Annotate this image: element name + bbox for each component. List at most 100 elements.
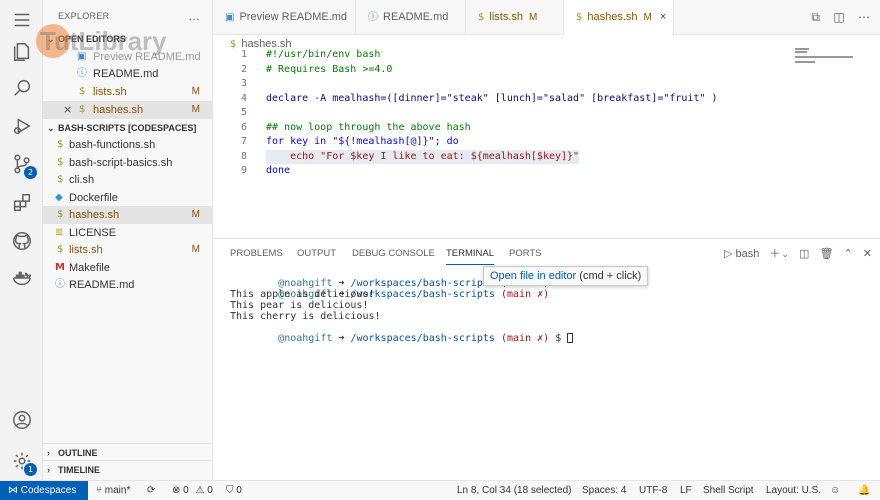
line-number: 4: [240, 92, 247, 104]
vscode-window: 2 1 EXPLORER … ⌄ OPEN EDITORS ▣ Preview …: [0, 0, 880, 500]
add-terminal-icon[interactable]: ＋: [769, 248, 780, 260]
shell-dollar-icon: $: [57, 244, 64, 255]
menu-icon[interactable]: [10, 8, 34, 32]
scm-badge: 2: [24, 166, 37, 179]
tab-output[interactable]: OUTPUT: [297, 248, 336, 259]
tab-label: hashes.sh: [587, 11, 638, 23]
line-number: 9: [240, 165, 247, 176]
tab-debug-console[interactable]: DEBUG CONSOLE: [352, 248, 435, 259]
workspace-label: BASH-SCRIPTS [CODESPACES]: [58, 123, 197, 133]
tab-preview-readme[interactable]: ▣ Preview README.md: [213, 0, 356, 35]
tab-hashes-sh[interactable]: $ hashes.sh M ×: [564, 0, 674, 36]
license-icon: ≣: [55, 227, 64, 238]
file-item[interactable]: $ lists.sh M: [43, 241, 212, 259]
prompt-path[interactable]: /workspaces/bash-scripts: [350, 333, 495, 344]
explorer-title: EXPLORER: [58, 11, 110, 21]
minimap-line: [795, 56, 853, 58]
file-item[interactable]: $ cli.sh: [43, 171, 212, 189]
branch-label: main*: [104, 485, 131, 496]
run-debug-icon[interactable]: [10, 114, 34, 138]
close-icon[interactable]: ×: [63, 101, 72, 119]
tab-lists-sh[interactable]: $ lists.sh M: [466, 0, 564, 35]
open-editor-label: hashes.sh: [93, 104, 144, 116]
split-editor-icon[interactable]: ◫: [833, 10, 844, 24]
file-item[interactable]: ◆ Dockerfile: [43, 189, 212, 207]
remote-icon: ⋈: [8, 485, 18, 496]
branch-status[interactable]: ⑂ main*: [96, 481, 130, 500]
chevron-down-icon[interactable]: ⌄: [781, 249, 789, 259]
code-editor[interactable]: 1 2 3 4 5 6 7 8 9 #!/usr/bin/env bash # …: [213, 44, 880, 239]
tab-ports[interactable]: PORTS: [509, 248, 542, 259]
indentation-status[interactable]: Spaces: 4: [582, 481, 626, 500]
search-icon[interactable]: [10, 76, 34, 100]
close-tab-icon[interactable]: ×: [660, 11, 666, 23]
sync-icon[interactable]: ⟳: [147, 481, 155, 500]
shell-dollar-icon: $: [57, 174, 64, 185]
close-panel-icon[interactable]: ✕: [863, 248, 872, 260]
github-icon[interactable]: [10, 229, 34, 253]
cursor-position[interactable]: Ln 8, Col 34 (18 selected): [457, 481, 572, 500]
docker-file-icon: ◆: [55, 192, 63, 203]
open-editor-item-active[interactable]: × $ hashes.sh M: [43, 101, 212, 119]
terminal-cursor: [567, 333, 574, 343]
tab-terminal[interactable]: TERMINAL: [446, 248, 495, 265]
open-editor-item[interactable]: ⓘ README.md: [43, 65, 212, 83]
more-actions-icon[interactable]: …: [188, 9, 200, 23]
feedback-icon[interactable]: ☺: [830, 481, 840, 500]
accounts-icon[interactable]: [10, 408, 34, 432]
tab-readme[interactable]: ⓘ README.md: [356, 0, 466, 35]
tab-problems[interactable]: PROBLEMS: [230, 248, 283, 259]
code-line: ## now loop through the above hash: [266, 121, 471, 133]
terminal-output: This apple is delicious!: [230, 289, 375, 300]
editor-actions: ⧉ ◫ ⋯: [801, 0, 870, 35]
line-number: 6: [240, 121, 247, 133]
eol-status[interactable]: LF: [680, 481, 692, 500]
trash-icon[interactable]: 🗑: [819, 248, 833, 260]
prompt-user: @noahgift: [278, 333, 333, 344]
hover-tooltip[interactable]: Open file in editor (cmd + click): [483, 266, 649, 286]
open-editor-item[interactable]: $ lists.sh M: [43, 83, 212, 101]
remote-indicator[interactable]: ⋈ Codespaces: [0, 481, 88, 500]
more-actions-icon[interactable]: ⋯: [858, 10, 870, 24]
problems-status[interactable]: ⊗ 0 ⚠ 0: [172, 481, 213, 500]
file-item[interactable]: ⓘ README.md: [43, 276, 212, 294]
makefile-icon: M: [55, 262, 65, 273]
terminal-prompt-line: @noahgift ➜ /workspaces/bash-scripts (ma…: [230, 322, 574, 344]
manage-gear-icon[interactable]: 1: [10, 449, 37, 476]
language-mode[interactable]: Shell Script: [703, 481, 754, 500]
ports-count: 0: [236, 485, 242, 496]
source-control-icon[interactable]: 2: [10, 152, 37, 179]
ports-status[interactable]: ⛉ 0: [226, 481, 242, 500]
file-item[interactable]: $ bash-script-basics.sh: [43, 154, 212, 172]
activity-bar: 2 1: [0, 0, 43, 480]
editor-tabs: ▣ Preview README.md ⓘ README.md $ lists.sh M…: [213, 0, 880, 36]
tooltip-link[interactable]: Open file in editor: [490, 270, 576, 282]
notifications-icon[interactable]: 🔔: [858, 481, 870, 500]
workspace-header[interactable]: ⌄ BASH-SCRIPTS [CODESPACES]: [43, 119, 212, 137]
shell-name[interactable]: bash: [735, 248, 759, 260]
file-item[interactable]: $ bash-functions.sh: [43, 136, 212, 154]
error-icon: ⊗: [172, 485, 181, 496]
file-item[interactable]: M Makefile: [43, 259, 212, 277]
timeline-header[interactable]: › TIMELINE: [43, 460, 212, 478]
line-number: 5: [240, 107, 247, 118]
docker-icon[interactable]: [10, 266, 34, 290]
file-item[interactable]: ≣ LICENSE: [43, 224, 212, 242]
minimap[interactable]: [795, 46, 855, 66]
code-line: declare -A mealhash=([dinner]="steak" [l…: [266, 92, 718, 104]
shell-dollar-icon: $: [57, 209, 64, 220]
shell-dollar-icon: $: [57, 157, 64, 168]
compare-icon[interactable]: ⧉: [811, 10, 820, 24]
file-label: cli.sh: [69, 174, 95, 186]
encoding-status[interactable]: UTF-8: [639, 481, 667, 500]
extensions-icon[interactable]: [10, 191, 34, 215]
maximize-panel-icon[interactable]: ⌃: [844, 248, 853, 260]
explorer-icon[interactable]: [10, 40, 34, 64]
chevron-right-icon: ›: [47, 465, 50, 475]
file-item-selected[interactable]: $ hashes.sh M: [43, 206, 212, 224]
outline-header[interactable]: › OUTLINE: [43, 443, 212, 461]
keyboard-layout[interactable]: Layout: U.S.: [766, 481, 821, 500]
terminal-output: This pear is delicious!: [230, 300, 369, 311]
error-count: 0: [183, 485, 189, 496]
split-terminal-icon[interactable]: ◫: [799, 248, 809, 260]
